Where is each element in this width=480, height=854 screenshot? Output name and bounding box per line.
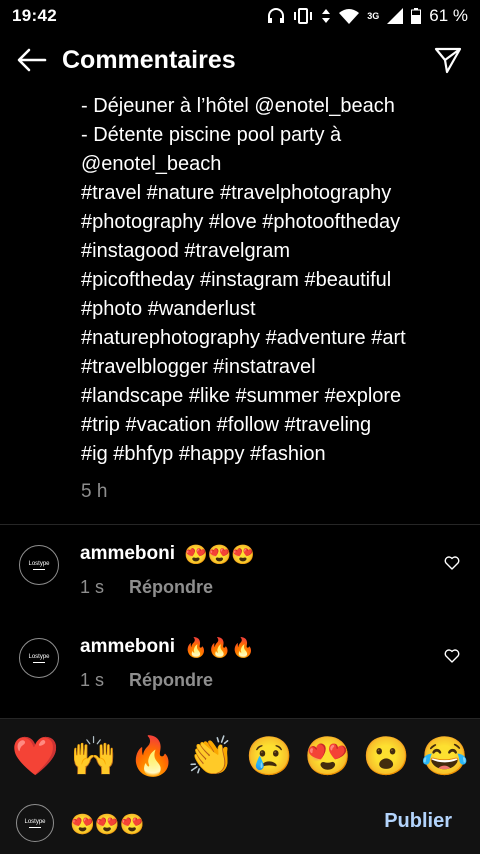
emoji-fire-button[interactable]: 🔥 xyxy=(129,738,176,776)
headphones-icon xyxy=(268,8,285,23)
comment-text: 🔥🔥🔥 xyxy=(184,638,255,659)
comment-username[interactable]: ammeboni xyxy=(80,636,175,658)
vibrate-icon xyxy=(294,8,313,24)
share-button[interactable] xyxy=(430,42,466,78)
status-bar: 19:42 3G 61 % xyxy=(0,0,480,32)
caption-line: - Déjeuner à l’hôtel @enotel_beach xyxy=(81,95,395,117)
emoji-surprised-button[interactable]: 😮 xyxy=(363,738,410,776)
header: Commentaires xyxy=(0,32,480,88)
caption-line[interactable]: #photography #love #photooftheday xyxy=(81,208,460,237)
avatar-logo-bar xyxy=(33,568,45,570)
signal-icon xyxy=(387,8,404,24)
caption-line[interactable]: #ig #bhfyp #happy #fashion xyxy=(81,440,460,469)
caption-line[interactable]: #photo #wanderlust xyxy=(81,295,460,324)
avatar: Lostype xyxy=(16,804,54,842)
comment-item: Lostype ammeboni 🔥🔥🔥 1 s Répondre xyxy=(0,618,480,711)
avatar-logo-bar xyxy=(29,826,41,828)
avatar-logo-text: Lostype xyxy=(28,653,50,660)
emoji-quick-bar: ❤️ 🙌 🔥 👏 😢 😍 😮 😂 xyxy=(0,718,480,794)
battery-level: 61 % xyxy=(429,6,468,25)
caption-line[interactable]: #trip #vacation #follow #traveling xyxy=(81,411,460,440)
caption-line: - Détente piscine pool party à xyxy=(81,124,342,146)
comment-meta: 1 s Répondre xyxy=(80,577,213,598)
caption-line[interactable]: #naturephotography #adventure #art xyxy=(81,324,460,353)
comment-username[interactable]: ammeboni xyxy=(80,543,175,565)
comment-input-bar: Lostype 😍😍😍 Publier xyxy=(0,794,480,854)
emoji-clap-button[interactable]: 👏 xyxy=(187,738,234,776)
caption-line[interactable]: #picoftheday #instagram #beautiful xyxy=(81,266,460,295)
network-type: 3G xyxy=(367,11,380,21)
avatar[interactable]: Lostype xyxy=(19,545,59,585)
back-button[interactable] xyxy=(14,42,50,78)
status-time: 19:42 xyxy=(12,6,57,25)
avatar-logo-text: Lostype xyxy=(24,818,46,825)
like-heart-icon[interactable] xyxy=(444,648,460,664)
avatar-logo-text: Lostype xyxy=(28,560,50,567)
avatar[interactable]: Lostype xyxy=(19,638,59,678)
caption-line[interactable]: #travelblogger #instatravel xyxy=(81,353,460,382)
post-caption: - Déjeuner à l’hôtel @enotel_beach - Dét… xyxy=(0,88,480,506)
comment-time: 1 s xyxy=(80,670,105,690)
paper-plane-icon xyxy=(434,47,462,74)
emoji-crying-button[interactable]: 😢 xyxy=(246,738,293,776)
caption-line[interactable]: #instagood #travelgram xyxy=(81,237,460,266)
caption-time: 5 h xyxy=(81,481,108,502)
emoji-heart-button[interactable]: ❤️ xyxy=(12,738,59,776)
page-title: Commentaires xyxy=(62,45,236,74)
emoji-raised-hands-button[interactable]: 🙌 xyxy=(70,738,117,776)
battery-icon xyxy=(411,8,422,24)
avatar-logo-bar xyxy=(33,661,45,663)
comment-time: 1 s xyxy=(80,577,105,597)
caption-line[interactable]: #landscape #like #summer #explore xyxy=(81,382,460,411)
arrow-left-icon xyxy=(17,48,47,72)
data-arrows-icon xyxy=(322,9,331,23)
comment-meta: 1 s Répondre xyxy=(80,670,213,691)
wifi-icon xyxy=(339,9,360,24)
status-icons: 3G 61 % xyxy=(267,6,468,26)
reply-button[interactable]: Répondre xyxy=(129,577,213,597)
caption-line[interactable]: #travel #nature #travelphotography xyxy=(81,179,460,208)
emoji-heart-eyes-button[interactable]: 😍 xyxy=(304,738,351,776)
emoji-tears-of-joy-button[interactable]: 😂 xyxy=(421,738,468,776)
comment-item: Lostype ammeboni 😍😍😍 1 s Répondre xyxy=(0,525,480,618)
like-heart-icon[interactable] xyxy=(444,555,460,571)
caption-line[interactable]: @enotel_beach xyxy=(81,150,460,179)
reply-button[interactable]: Répondre xyxy=(129,670,213,690)
comment-input[interactable]: 😍😍😍 xyxy=(70,812,145,837)
publish-button[interactable]: Publier xyxy=(384,810,452,833)
comment-text: 😍😍😍 xyxy=(184,545,255,566)
